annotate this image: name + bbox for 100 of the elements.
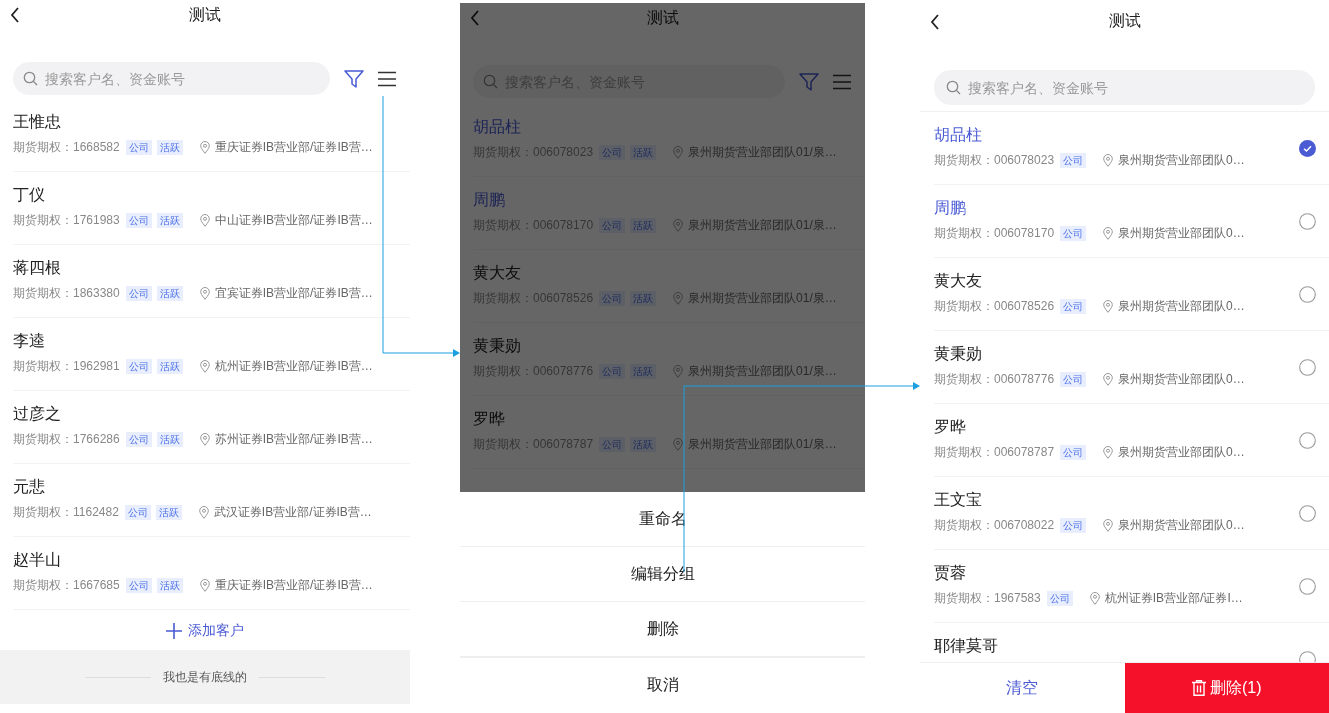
tag: 公司	[1046, 591, 1073, 606]
search-field[interactable]: 搜索客户名、资金账号	[934, 70, 1315, 105]
tag: 活跃	[156, 578, 183, 593]
customer-name[interactable]: 周鹏	[934, 198, 966, 219]
radio-button[interactable]	[1299, 577, 1316, 595]
account-number: 期货期权：1761983	[13, 212, 120, 229]
search-icon	[483, 74, 498, 89]
customer-name[interactable]: 李逵	[13, 331, 45, 352]
customer-name[interactable]: 贾蓉	[934, 563, 966, 584]
account-number: 期货期权：006078787	[934, 444, 1055, 461]
branch-name: 泉州期货营业部团队0…	[1118, 371, 1245, 388]
location-icon	[1103, 373, 1114, 386]
customer-name[interactable]: 赵半山	[13, 550, 61, 571]
tag: 活跃	[156, 213, 183, 228]
location-icon	[1103, 227, 1114, 240]
account-number: 期货期权：1667685	[13, 577, 120, 594]
menu-icon[interactable]	[378, 70, 396, 87]
radio-button[interactable]	[1299, 285, 1316, 303]
customer-name[interactable]: 王文宝	[934, 490, 982, 511]
location-icon	[673, 292, 684, 305]
customer-name[interactable]: 黄秉勋	[934, 344, 982, 365]
tag: 活跃	[156, 359, 183, 374]
branch-name: 杭州证券IB营业部/证券IB营…	[214, 358, 373, 375]
filter-icon[interactable]	[799, 72, 819, 91]
tag: 活跃	[156, 286, 183, 301]
page-title: 测试	[189, 4, 221, 25]
location-icon	[1103, 519, 1114, 532]
account-number: 期货期权：006708022	[934, 517, 1055, 534]
tag: 公司	[125, 359, 152, 374]
tag: 公司	[125, 286, 152, 301]
branch-name: 杭州证券IB营业部/证券I…	[1104, 590, 1243, 607]
branch-name: 中山证券IB营业部/证券IB营…	[214, 212, 373, 229]
account-number: 期货期权：006078526	[934, 298, 1055, 315]
branch-name: 苏州证券IB营业部/证券IB营…	[214, 431, 373, 448]
account-number: 期货期权：1962981	[13, 358, 120, 375]
branch-name: 泉州期货营业部团队0…	[1118, 225, 1245, 242]
tag: 公司	[1060, 445, 1087, 460]
tag: 活跃	[155, 505, 182, 520]
plus-icon	[166, 623, 182, 639]
location-icon	[199, 287, 210, 300]
tag: 公司	[1060, 299, 1087, 314]
tag: 公司	[1060, 518, 1087, 533]
location-icon	[673, 438, 684, 451]
branch-name: 泉州期货营业部团队0…	[1118, 517, 1245, 534]
trash-icon	[1191, 680, 1206, 696]
tag: 公司	[1060, 372, 1087, 387]
location-icon	[1103, 446, 1114, 459]
tag: 活跃	[156, 140, 183, 155]
radio-button[interactable]	[1299, 358, 1316, 376]
tag: 公司	[125, 432, 152, 447]
customer-name[interactable]: 罗晔	[934, 417, 966, 438]
account-number: 期货期权：006078776	[934, 371, 1055, 388]
customer-name[interactable]: 蒋四根	[13, 258, 61, 279]
add-customer-button[interactable]: 添加客户	[162, 614, 248, 648]
location-icon	[199, 579, 210, 592]
tag: 公司	[125, 578, 152, 593]
end-of-list-note: 我也是有底线的	[163, 668, 247, 686]
customer-name[interactable]: 胡品柱	[934, 125, 982, 146]
account-number: 期货期权：1863380	[13, 285, 120, 302]
tag: 公司	[1060, 153, 1087, 168]
tag: 公司	[1060, 226, 1087, 241]
location-icon	[673, 219, 684, 232]
customer-name[interactable]: 元悲	[13, 477, 45, 498]
radio-button[interactable]	[1299, 650, 1316, 662]
customer-name[interactable]: 黄大友	[934, 271, 982, 292]
back-icon[interactable]	[930, 14, 940, 30]
radio-button[interactable]	[1299, 212, 1316, 230]
location-icon	[199, 433, 210, 446]
search-icon	[23, 71, 38, 86]
branch-name: 泉州期货营业部团队0…	[1118, 152, 1245, 169]
checked-radio[interactable]	[1299, 139, 1316, 157]
account-number: 期货期权：1766286	[13, 431, 120, 448]
sheet-option[interactable]: 重命名	[460, 492, 865, 547]
account-number: 期货期权：1967583	[934, 590, 1041, 607]
radio-button[interactable]	[1299, 504, 1316, 522]
page-title: 测试	[646, 7, 679, 28]
customer-name[interactable]: 耶律莫哥	[934, 636, 998, 657]
account-number: 期货期权：006078170	[934, 225, 1055, 242]
location-icon	[673, 146, 684, 159]
account-number: 期货期权：1162482	[13, 504, 119, 521]
customer-name[interactable]: 丁仪	[13, 185, 45, 206]
branch-name: 重庆证券IB营业部/证券IB营…	[214, 139, 373, 156]
tag: 公司	[124, 505, 151, 520]
customer-name[interactable]: 过彦之	[13, 404, 61, 425]
customer-name[interactable]: 王惟忠	[13, 112, 61, 133]
back-icon[interactable]	[10, 7, 20, 23]
page-title: 测试	[1108, 10, 1141, 31]
radio-button[interactable]	[1299, 431, 1316, 449]
filter-icon[interactable]	[344, 69, 364, 88]
location-icon	[198, 506, 209, 519]
location-icon	[199, 141, 210, 154]
branch-name: 泉州期货营业部团队0…	[1118, 444, 1245, 461]
search-icon	[946, 80, 961, 95]
tag: 公司	[125, 213, 152, 228]
delete-button[interactable]: 删除(1)	[1124, 663, 1329, 713]
tag: 公司	[125, 140, 152, 155]
branch-name: 武汉证券IB营业部/证券IB营…	[213, 504, 372, 521]
search-field[interactable]: 搜索客户名、资金账号	[13, 62, 330, 95]
branch-name: 泉州期货营业部团队0…	[1118, 298, 1245, 315]
branch-name: 宜宾证券IB营业部/证券IB营…	[214, 285, 373, 302]
